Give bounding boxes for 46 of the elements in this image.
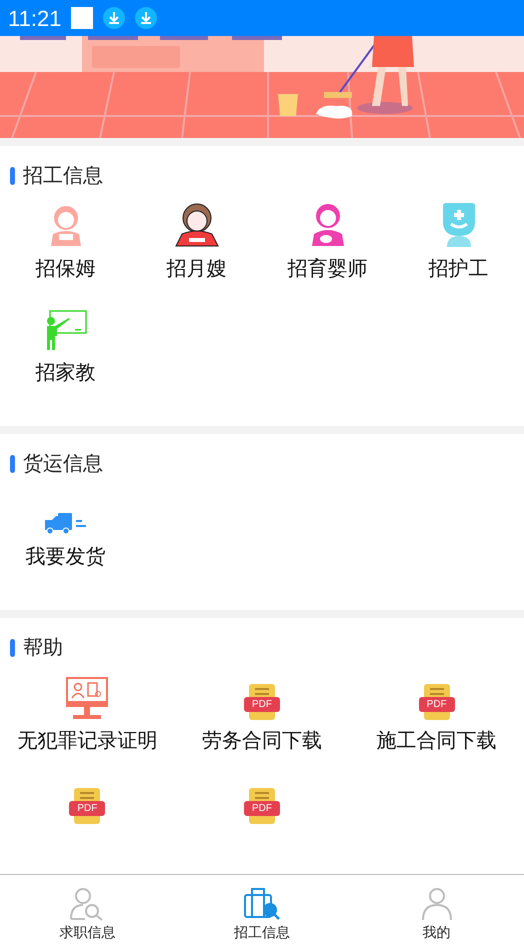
status-time: 11:21 xyxy=(8,4,62,32)
briefcase-search-icon xyxy=(242,887,281,921)
menu-item-label: 招育婴师 xyxy=(288,257,368,282)
menu-item-label: 招保姆 xyxy=(36,257,96,282)
notification-square-icon xyxy=(71,7,94,29)
delivery-truck-icon xyxy=(44,512,88,536)
woman-icon xyxy=(48,204,82,248)
pdf-label: PDF xyxy=(244,801,280,816)
teacher-at-board-icon xyxy=(44,310,86,352)
menu-item-label: 招月嫂 xyxy=(166,257,226,282)
section-marker xyxy=(10,455,15,473)
person-search-icon xyxy=(69,887,106,921)
menu-item[interactable]: PDF xyxy=(174,774,350,874)
section-title: 货运信息 xyxy=(23,452,103,476)
nurse-icon xyxy=(440,202,476,248)
menu-item[interactable]: PDF xyxy=(0,774,175,874)
section-title: 招工信息 xyxy=(23,164,103,188)
person-icon xyxy=(420,887,454,921)
computer-monitor-icon xyxy=(65,676,110,720)
pdf-label: PDF xyxy=(244,697,280,712)
menu-item-label: 施工合同下载 xyxy=(376,729,497,754)
menu-item[interactable]: 无犯罪记录证明 xyxy=(0,670,175,774)
menu-item[interactable]: 招家教 xyxy=(0,302,131,406)
menu-item-label: 劳务合同下载 xyxy=(202,729,322,754)
section-marker xyxy=(10,167,15,185)
download-icon xyxy=(103,7,126,29)
menu-item[interactable]: 招护工 xyxy=(393,198,524,302)
menu-item[interactable]: 招月嫂 xyxy=(131,198,262,302)
woman-icon xyxy=(174,202,220,248)
menu-item-label: 我要发货 xyxy=(26,545,106,570)
tab[interactable]: 招工信息 xyxy=(174,875,350,945)
menu-item[interactable]: 招育婴师 xyxy=(262,198,393,302)
tab[interactable]: 求职信息 xyxy=(0,875,175,945)
tab[interactable]: 我的 xyxy=(349,875,524,945)
menu-item[interactable]: PDF 劳务合同下载 xyxy=(174,670,350,774)
menu-item[interactable]: 我要发货 xyxy=(0,486,131,590)
menu-item-label: 招护工 xyxy=(428,257,488,282)
section-title: 帮助 xyxy=(23,636,63,660)
pdf-label: PDF xyxy=(69,801,106,816)
download-icon xyxy=(135,7,158,29)
menu-item[interactable]: 招保姆 xyxy=(0,198,131,302)
pdf-label: PDF xyxy=(418,697,455,712)
menu-item-label: 无犯罪记录证明 xyxy=(17,729,158,754)
section-marker xyxy=(10,639,15,657)
menu-item[interactable]: PDF 施工合同下载 xyxy=(349,670,524,774)
menu-item-label: 招家教 xyxy=(36,361,96,386)
